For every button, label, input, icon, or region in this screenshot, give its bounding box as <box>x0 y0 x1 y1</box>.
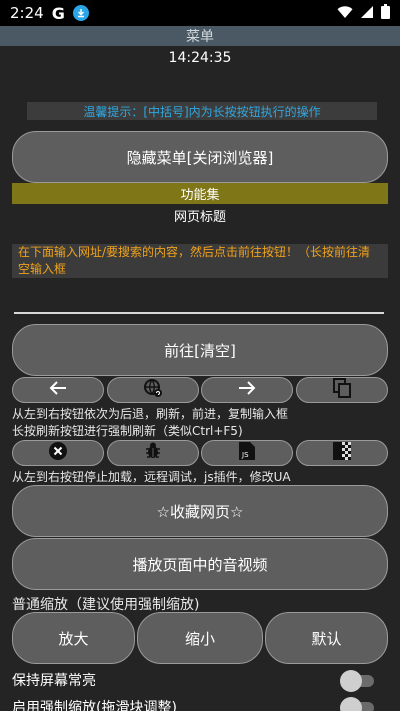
modify-ua-button[interactable] <box>296 440 388 466</box>
stop-icon <box>48 441 68 465</box>
go-button[interactable]: 前往[清空] <box>12 324 388 376</box>
force-zoom-label: 启用强制缩放(拖滑块调整) <box>12 700 177 711</box>
battery-icon <box>381 3 390 23</box>
zoom-in-button[interactable]: 放大 <box>12 612 135 664</box>
google-icon: G <box>51 3 65 23</box>
js-file-icon: JS <box>238 441 256 465</box>
stop-loading-button[interactable] <box>12 440 104 466</box>
checker-icon <box>333 442 351 464</box>
force-zoom-toggle[interactable] <box>340 697 376 711</box>
tools-description: 从左到右按钮停止加载，远程调试，js插件，修改UA <box>12 470 291 484</box>
toggle-thumb <box>340 670 362 692</box>
forward-button[interactable] <box>201 377 293 403</box>
title-bar: 菜单 <box>0 26 400 46</box>
copy-icon <box>333 378 351 402</box>
keep-screen-on-toggle[interactable] <box>340 670 376 692</box>
menu-title: 菜单 <box>186 29 214 45</box>
copy-input-button[interactable] <box>296 377 388 403</box>
download-icon <box>72 5 89 21</box>
input-hint: 在下面输入网址/要搜索的内容，然后点击前往按钮！（长按前往清空输入框 <box>12 244 388 278</box>
remote-debug-button[interactable] <box>107 440 199 466</box>
arrow-right-icon <box>238 380 256 400</box>
zoom-default-button[interactable]: 默认 <box>265 612 388 664</box>
tip-banner: 温馨提示：[中括号]内为长按按钮执行的操作 <box>27 102 377 120</box>
page-title: 网页标题 <box>173 210 226 225</box>
signal-icon <box>360 4 374 23</box>
keep-screen-on-label: 保持屏幕常亮 <box>12 673 96 689</box>
bookmark-page-button[interactable]: ☆收藏网页☆ <box>12 485 388 537</box>
toggle-thumb <box>340 697 362 711</box>
nav-description-line2: 长按刷新按钮进行强制刷新（类似Ctrl+F5) <box>12 424 243 438</box>
bug-icon <box>143 441 163 465</box>
status-bar: 2:24 G <box>0 0 400 26</box>
clock-display: 14:24:35 <box>168 50 232 66</box>
back-button[interactable] <box>12 377 104 403</box>
refresh-button[interactable] <box>107 377 199 403</box>
globe-refresh-icon <box>143 378 163 402</box>
wifi-icon <box>337 4 353 23</box>
hide-menu-button[interactable]: 隐藏菜单[关闭浏览器] <box>12 131 388 183</box>
arrow-left-icon <box>49 380 67 400</box>
play-media-button[interactable]: 播放页面中的音视频 <box>12 538 388 590</box>
zoom-out-button[interactable]: 缩小 <box>137 612 263 664</box>
zoom-label: 普通缩放（建议使用强制缩放) <box>12 597 200 613</box>
status-time: 2:24 <box>10 4 44 22</box>
url-input-underline[interactable] <box>14 312 384 314</box>
svg-text:JS: JS <box>241 451 249 459</box>
js-plugin-button[interactable]: JS <box>201 440 293 466</box>
nav-description-line1: 从左到右按钮依次为后退，刷新，前进，复制输入框 <box>12 407 289 421</box>
features-bar: 功能集 <box>12 183 388 204</box>
